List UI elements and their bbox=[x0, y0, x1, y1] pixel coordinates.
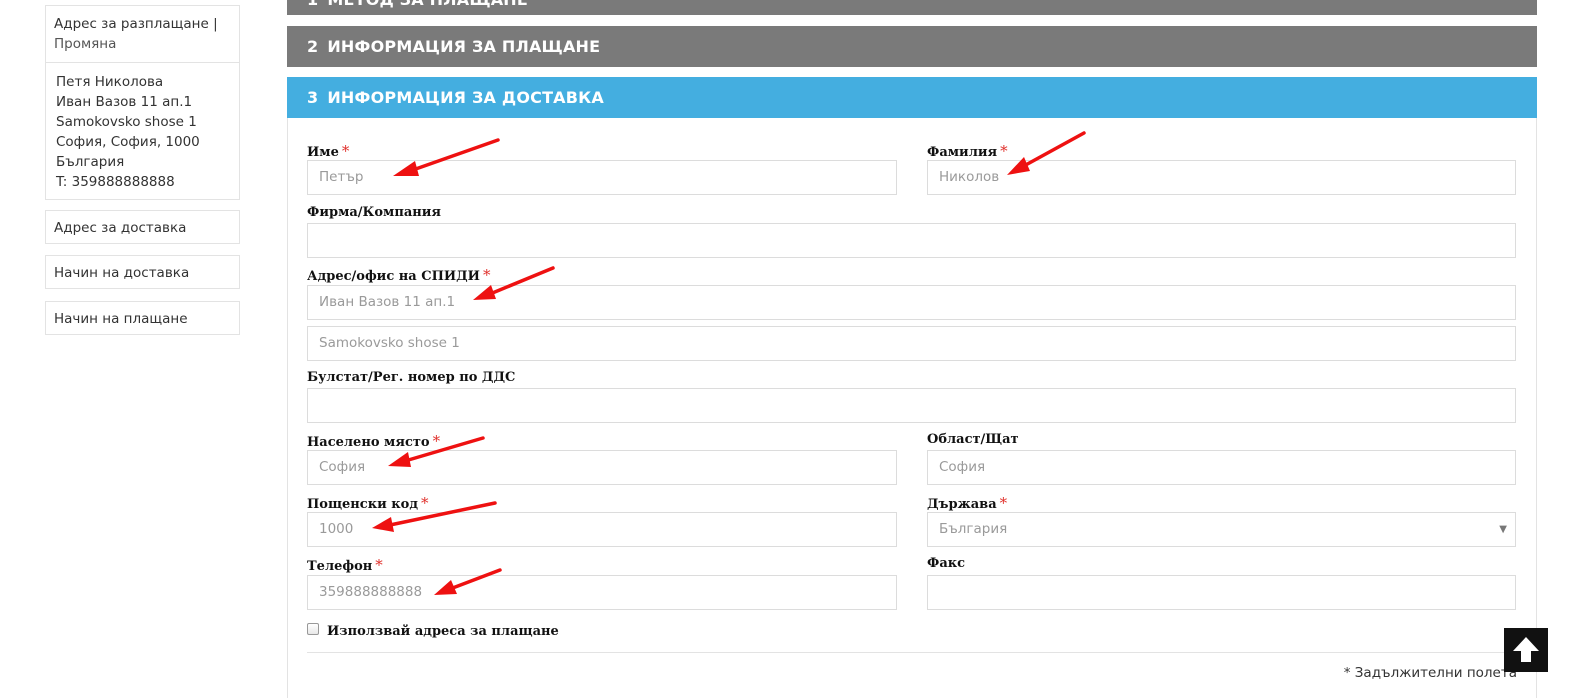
annotation-arrow-icon bbox=[388, 436, 485, 467]
annotation-arrow-icon bbox=[434, 568, 502, 595]
annotation-arrow-icon bbox=[473, 266, 555, 300]
annotation-arrow-icon bbox=[393, 138, 500, 176]
back-to-top-button[interactable] bbox=[1504, 628, 1548, 672]
annotation-arrow-icon bbox=[372, 501, 497, 532]
annotation-arrows bbox=[372, 131, 1086, 595]
annotation-arrow-icon bbox=[1007, 131, 1086, 175]
arrow-up-icon bbox=[1513, 637, 1539, 662]
